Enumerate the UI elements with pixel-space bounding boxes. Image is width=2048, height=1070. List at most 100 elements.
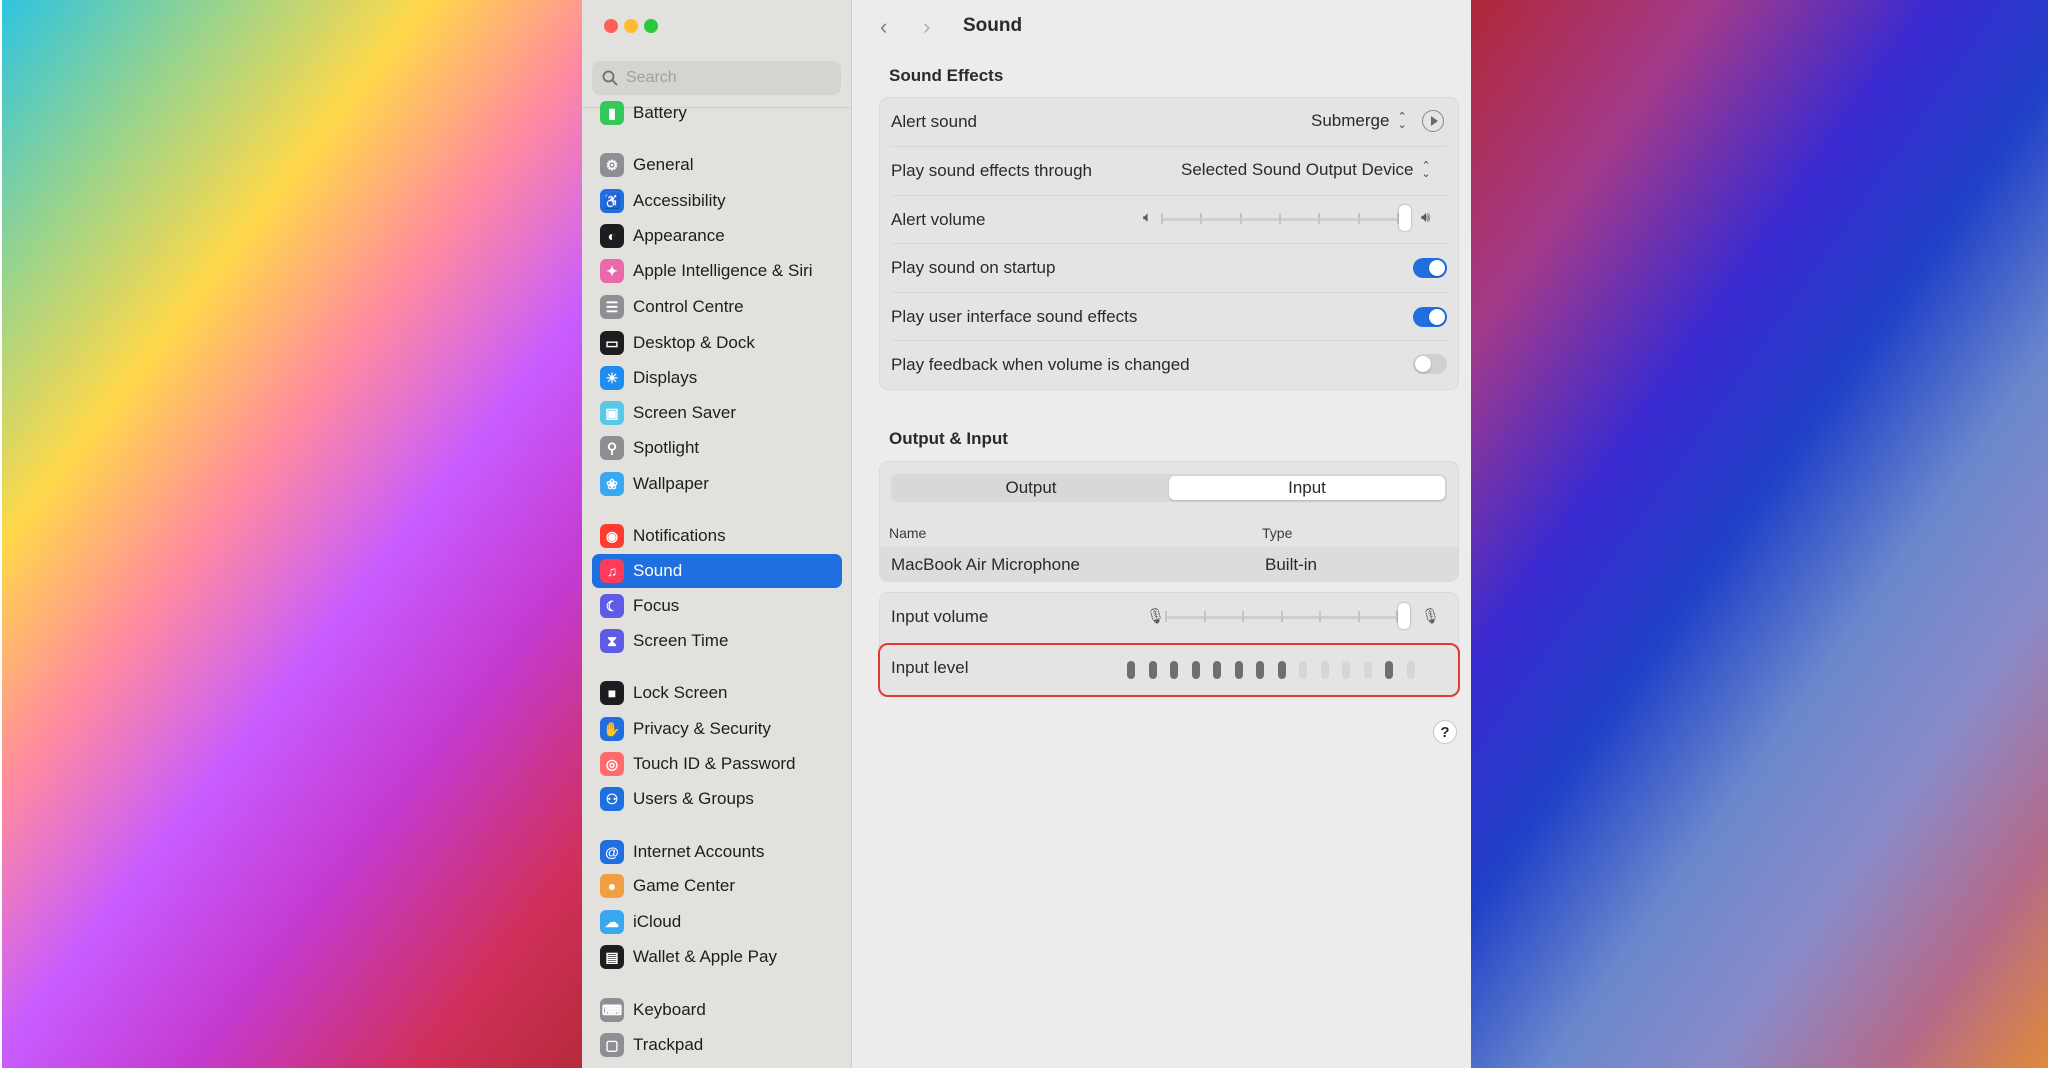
slider-track: [1165, 616, 1410, 619]
startup-sound-toggle[interactable]: [1413, 258, 1447, 278]
main-pane: ‹ › Sound Sound Effects Alert sound Subm…: [852, 0, 1471, 1068]
zoom-window-button[interactable]: [644, 19, 658, 33]
sidebar-item-battery[interactable]: ▮ Battery: [592, 96, 842, 130]
spotlight-icon: ⚲: [600, 436, 624, 460]
sidebar-item-trackpad[interactable]: ▢ Trackpad: [592, 1028, 842, 1062]
sidebar-item-focus[interactable]: ☾ Focus: [592, 589, 842, 623]
input-level-bar: [1406, 661, 1415, 679]
alert-volume-slider[interactable]: [1161, 205, 1411, 231]
sidebar-item-sound[interactable]: ♫ Sound: [592, 554, 842, 588]
sidebar-item-users-groups[interactable]: ⚇ Users & Groups: [592, 782, 842, 816]
sidebar-item-label: Desktop & Dock: [633, 333, 755, 352]
back-button[interactable]: ‹: [880, 14, 887, 40]
sidebar-item-notifications[interactable]: ◉ Notifications: [592, 519, 842, 553]
sidebar-item-internet-accounts[interactable]: @ Internet Accounts: [592, 835, 842, 869]
sidebar-item-label: Appearance: [633, 226, 725, 245]
sidebar-item-screen-saver[interactable]: ▣ Screen Saver: [592, 396, 842, 430]
play-icon: [1430, 116, 1438, 126]
sidebar-item-wallet-apple-pay[interactable]: ▤ Wallet & Apple Pay: [592, 940, 842, 974]
input-level-highlight: [878, 643, 1460, 697]
sidebar-item-label: Apple Intelligence & Siri: [633, 261, 813, 280]
close-window-button[interactable]: [604, 19, 618, 33]
sidebar-item-label: Trackpad: [633, 1035, 704, 1054]
sound-effects-card: Alert sound Submerge ⌃ ⌄ Play sound effec…: [879, 97, 1459, 390]
at-icon: @: [600, 840, 624, 864]
slider-tick: [1161, 213, 1163, 224]
play-alert-button[interactable]: [1422, 110, 1444, 132]
play-through-label: Play sound effects through: [891, 160, 1092, 180]
sidebar-item-keyboard[interactable]: ⌨ Keyboard: [592, 993, 842, 1027]
microphone-high-icon: 🎙︎: [1421, 608, 1441, 625]
slider-track: [1161, 218, 1411, 221]
alert-sound-popup[interactable]: Submerge ⌃ ⌄: [1311, 111, 1407, 131]
input-level-bar: [1277, 661, 1286, 679]
sidebar-item-privacy-security[interactable]: ✋ Privacy & Security: [592, 712, 842, 746]
screen-time-icon: ⧗: [600, 629, 624, 653]
tab-input[interactable]: Input: [1169, 476, 1445, 500]
focus-icon: ☾: [600, 594, 624, 618]
trackpad-icon: ▢: [600, 1033, 624, 1057]
minimize-window-button[interactable]: [624, 19, 638, 33]
sidebar-item-label: Focus: [633, 596, 680, 615]
toggle-knob: [1429, 260, 1445, 276]
sidebar-item-game-center[interactable]: ● Game Center: [592, 869, 842, 903]
column-header-name[interactable]: Name: [889, 525, 926, 541]
sidebar-item-accessibility[interactable]: ♿ Accessibility: [592, 184, 842, 218]
device-name: MacBook Air Microphone: [891, 555, 1080, 574]
tab-output[interactable]: Output: [893, 476, 1169, 500]
search-field[interactable]: [592, 61, 841, 95]
toggle-knob: [1415, 356, 1431, 372]
desktop-wallpaper-right: [1471, 0, 2048, 1070]
sidebar-item-displays[interactable]: ☀ Displays: [592, 361, 842, 395]
slider-tick: [1203, 611, 1206, 622]
sidebar-item-label: Wallet & Apple Pay: [633, 947, 777, 966]
slider-thumb[interactable]: [1398, 603, 1410, 629]
input-level-bar: [1385, 661, 1393, 679]
sidebar-item-lock-screen[interactable]: ■ Lock Screen: [592, 676, 842, 710]
sidebar-item-general[interactable]: ⚙ General: [592, 148, 842, 182]
chevron-up-down-icon: ⌃ ⌄: [1397, 111, 1407, 131]
sidebar-item-desktop-dock[interactable]: ▭ Desktop & Dock: [592, 326, 842, 360]
slider-tick: [1319, 611, 1321, 622]
sidebar-item-label: Sound: [633, 561, 683, 580]
sidebar-item-screen-time[interactable]: ⧗ Screen Time: [592, 624, 842, 658]
users-icon: ⚇: [600, 787, 624, 811]
microphone-low-icon: 🎙︎: [1146, 608, 1166, 625]
sidebar-item-label: General: [633, 155, 694, 174]
input-level-bar: [1234, 661, 1243, 679]
startup-sound-label: Play sound on startup: [891, 257, 1056, 277]
control-centre-icon: ☰: [600, 295, 624, 319]
sidebar-item-label: Users & Groups: [633, 789, 754, 808]
notifications-icon: ◉: [600, 524, 624, 548]
slider-tick: [1357, 213, 1360, 224]
alert-sound-value: Submerge: [1311, 111, 1390, 130]
sidebar-item-label: iCloud: [633, 912, 682, 931]
slider-tick: [1239, 213, 1242, 224]
ui-effects-toggle[interactable]: [1413, 307, 1447, 327]
help-button[interactable]: ?: [1433, 720, 1457, 744]
search-input[interactable]: [626, 69, 826, 87]
feedback-label: Play feedback when volume is changed: [891, 354, 1190, 374]
sidebar-item-apple-intelligence-siri[interactable]: ✦ Apple Intelligence & Siri: [592, 254, 842, 288]
slider-tick: [1242, 611, 1244, 622]
sidebar-item-touch-id-password[interactable]: ◎ Touch ID & Password: [592, 747, 842, 781]
play-through-popup[interactable]: Selected Sound Output Device ⌃ ⌄: [1181, 160, 1431, 180]
sidebar-item-label: Screen Time: [633, 631, 729, 650]
sidebar-item-wallpaper[interactable]: ❀ Wallpaper: [592, 467, 842, 501]
feedback-toggle[interactable]: [1413, 354, 1447, 374]
table-row[interactable]: MacBook Air Microphone Built-in: [880, 547, 1458, 581]
sidebar-item-control-centre[interactable]: ☰ Control Centre: [592, 290, 842, 324]
speaker-high-icon: 🔊︎: [1421, 209, 1431, 226]
sidebar-item-appearance[interactable]: ◐ Appearance: [592, 219, 842, 253]
slider-thumb[interactable]: [1399, 205, 1411, 231]
screen-saver-icon: ▣: [600, 401, 624, 425]
dock-icon: ▭: [600, 331, 624, 355]
sidebar-item-icloud[interactable]: ☁ iCloud: [592, 905, 842, 939]
ui-effects-label: Play user interface sound effects: [891, 306, 1138, 326]
sidebar-item-label: Lock Screen: [633, 683, 728, 702]
forward-button[interactable]: ›: [923, 14, 930, 40]
input-volume-label: Input volume: [891, 606, 989, 626]
sidebar-item-spotlight[interactable]: ⚲ Spotlight: [592, 431, 842, 465]
input-volume-slider[interactable]: [1165, 603, 1410, 629]
column-header-type[interactable]: Type: [1262, 525, 1292, 541]
